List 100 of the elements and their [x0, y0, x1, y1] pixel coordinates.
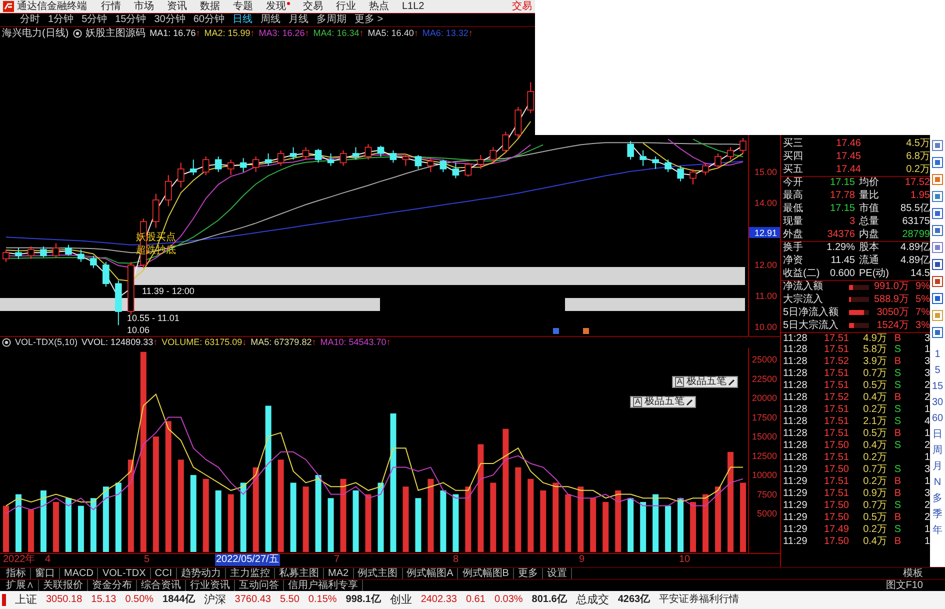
period-shortcut[interactable]: 月 — [932, 459, 942, 475]
trade-time: 11:29 — [783, 465, 808, 475]
indicator-tab[interactable]: 例式幅图B — [458, 568, 514, 579]
trade-count: 2 — [923, 441, 930, 451]
candlestick — [702, 162, 709, 176]
indicator-tab[interactable]: 设置 — [542, 568, 572, 579]
trade-side: B — [893, 393, 901, 403]
menu-item[interactable]: 资讯 — [167, 2, 187, 12]
target-icon — [72, 29, 82, 38]
candlestick — [502, 131, 510, 154]
trade-volume: 0.4万 — [862, 441, 887, 451]
menu-item[interactable]: 热点 — [369, 2, 389, 12]
trade-side: S — [893, 465, 901, 475]
trade-volume: 0.5万 — [862, 429, 887, 439]
indicator-tab[interactable]: MACD — [60, 568, 98, 579]
period-tab[interactable]: 15分钟 — [115, 15, 146, 25]
period-shortcut[interactable]: N — [934, 475, 942, 491]
period-shortcut[interactable]: 30 — [932, 395, 944, 411]
news-ticker: 平安证券福利行情 — [659, 593, 740, 607]
candlestick — [364, 144, 372, 160]
period-tab[interactable]: 日线 — [232, 15, 252, 25]
indicator-tab[interactable]: 更多 — [514, 568, 543, 579]
target-icon — [2, 338, 11, 347]
quote-value: 4.89亿 — [900, 243, 930, 253]
menu-item[interactable]: 数据 — [200, 2, 220, 12]
price-label: 10.06 — [127, 325, 150, 335]
period-shortcut[interactable]: 60 — [932, 411, 944, 427]
quote-label: 最高 — [783, 190, 804, 200]
period-tab[interactable]: 30分钟 — [154, 15, 186, 25]
date-axis-label: 4 — [44, 554, 52, 566]
index-name: 上证 — [15, 593, 37, 607]
trade-time: 11:28 — [783, 345, 808, 355]
period-shortcut[interactable]: 季 — [932, 507, 942, 523]
period-shortcut[interactable]: 1 — [934, 347, 940, 363]
indicator-tab[interactable]: CCI — [150, 568, 178, 579]
candlestick — [640, 150, 646, 166]
menu-item[interactable]: L1L2 — [402, 2, 424, 12]
volume-bar — [690, 502, 696, 552]
candlestick — [152, 193, 160, 228]
trade-side: S — [893, 369, 901, 379]
price-axis-label: 14.00 — [754, 198, 777, 208]
trade-count: 3 — [923, 465, 930, 475]
quote-value: 17.15 — [828, 178, 855, 188]
indicator-tab[interactable]: 指标 — [2, 568, 31, 579]
trade-time: 11:28 — [783, 453, 808, 463]
period-tab[interactable]: 60分钟 — [193, 15, 224, 25]
volume-bar — [215, 490, 222, 552]
trade-button[interactable]: 交易 — [512, 2, 532, 12]
index-turnover: 801.6亿 — [532, 593, 567, 607]
quote-label: 股本 — [858, 243, 880, 253]
period-tab[interactable]: 1分钟 — [48, 15, 74, 25]
period-tab[interactable]: 更多 > — [354, 15, 384, 25]
period-tab[interactable]: 多周期 — [316, 15, 346, 25]
trade-side: B — [893, 537, 901, 547]
trade-price: 17.51 — [822, 345, 849, 355]
date-axis-label: 2022/05/27/五 — [215, 554, 280, 566]
period-shortcut[interactable]: 年 — [932, 523, 942, 539]
period-shortcut[interactable]: 日 — [932, 427, 942, 443]
candlestick — [190, 159, 197, 176]
menu-item[interactable]: 行情 — [101, 2, 121, 12]
candlestick — [377, 145, 384, 158]
candlestick — [427, 158, 434, 173]
trade-volume: 0.7万 — [862, 369, 887, 379]
period-shortcut[interactable]: 多 — [932, 491, 942, 507]
quote-value: 3 — [848, 216, 855, 226]
bid-volume: 4.5万 — [905, 138, 930, 148]
candlestick — [402, 152, 410, 166]
date-axis-label: 5 — [143, 554, 151, 566]
menu-item[interactable]: 专题 — [233, 2, 253, 12]
menu-item[interactable]: 行业 — [336, 2, 356, 12]
indicator-tab[interactable]: MA2 — [324, 568, 354, 579]
period-tab[interactable]: 周线 — [260, 15, 280, 25]
period-shortcut[interactable]: 15 — [932, 379, 944, 395]
indicator-tab[interactable]: VOL-TDX — [98, 568, 151, 579]
period-tab[interactable]: 分时 — [20, 15, 40, 25]
flow-value: 1524万 — [876, 320, 909, 330]
indicator-tab[interactable]: 例式幅图A — [402, 568, 458, 579]
menu-item[interactable]: 市场 — [134, 2, 154, 12]
trade-count: 2 — [923, 393, 930, 403]
index-turnover: 998.1亿 — [346, 593, 381, 607]
trade-volume: 4.9万 — [862, 334, 887, 344]
period-tab[interactable]: 5分钟 — [82, 15, 108, 25]
flow-label: 净流入额 — [783, 282, 824, 292]
index-change: 0.61 — [466, 593, 486, 607]
menu-item[interactable]: 发现 — [266, 2, 290, 12]
indicator-tab[interactable]: 趋势动力 — [177, 568, 226, 579]
trade-time: 11:29 — [783, 489, 808, 499]
period-tab[interactable]: 月线 — [288, 15, 308, 25]
trade-side: S — [893, 381, 901, 391]
candlestick — [414, 154, 422, 170]
candlestick — [627, 140, 634, 160]
quote-value: 0.600 — [828, 268, 855, 278]
candlestick — [65, 244, 72, 256]
panel-tab[interactable]: 模板 — [899, 568, 927, 579]
period-shortcut[interactable]: 5 — [934, 363, 940, 379]
period-shortcut[interactable]: 周 — [932, 443, 942, 459]
menu-item[interactable]: 交易 — [303, 2, 323, 12]
trade-side: B — [893, 513, 901, 523]
trade-price: 17.51 — [822, 477, 849, 487]
trend-arrow: ↑ — [304, 29, 310, 38]
